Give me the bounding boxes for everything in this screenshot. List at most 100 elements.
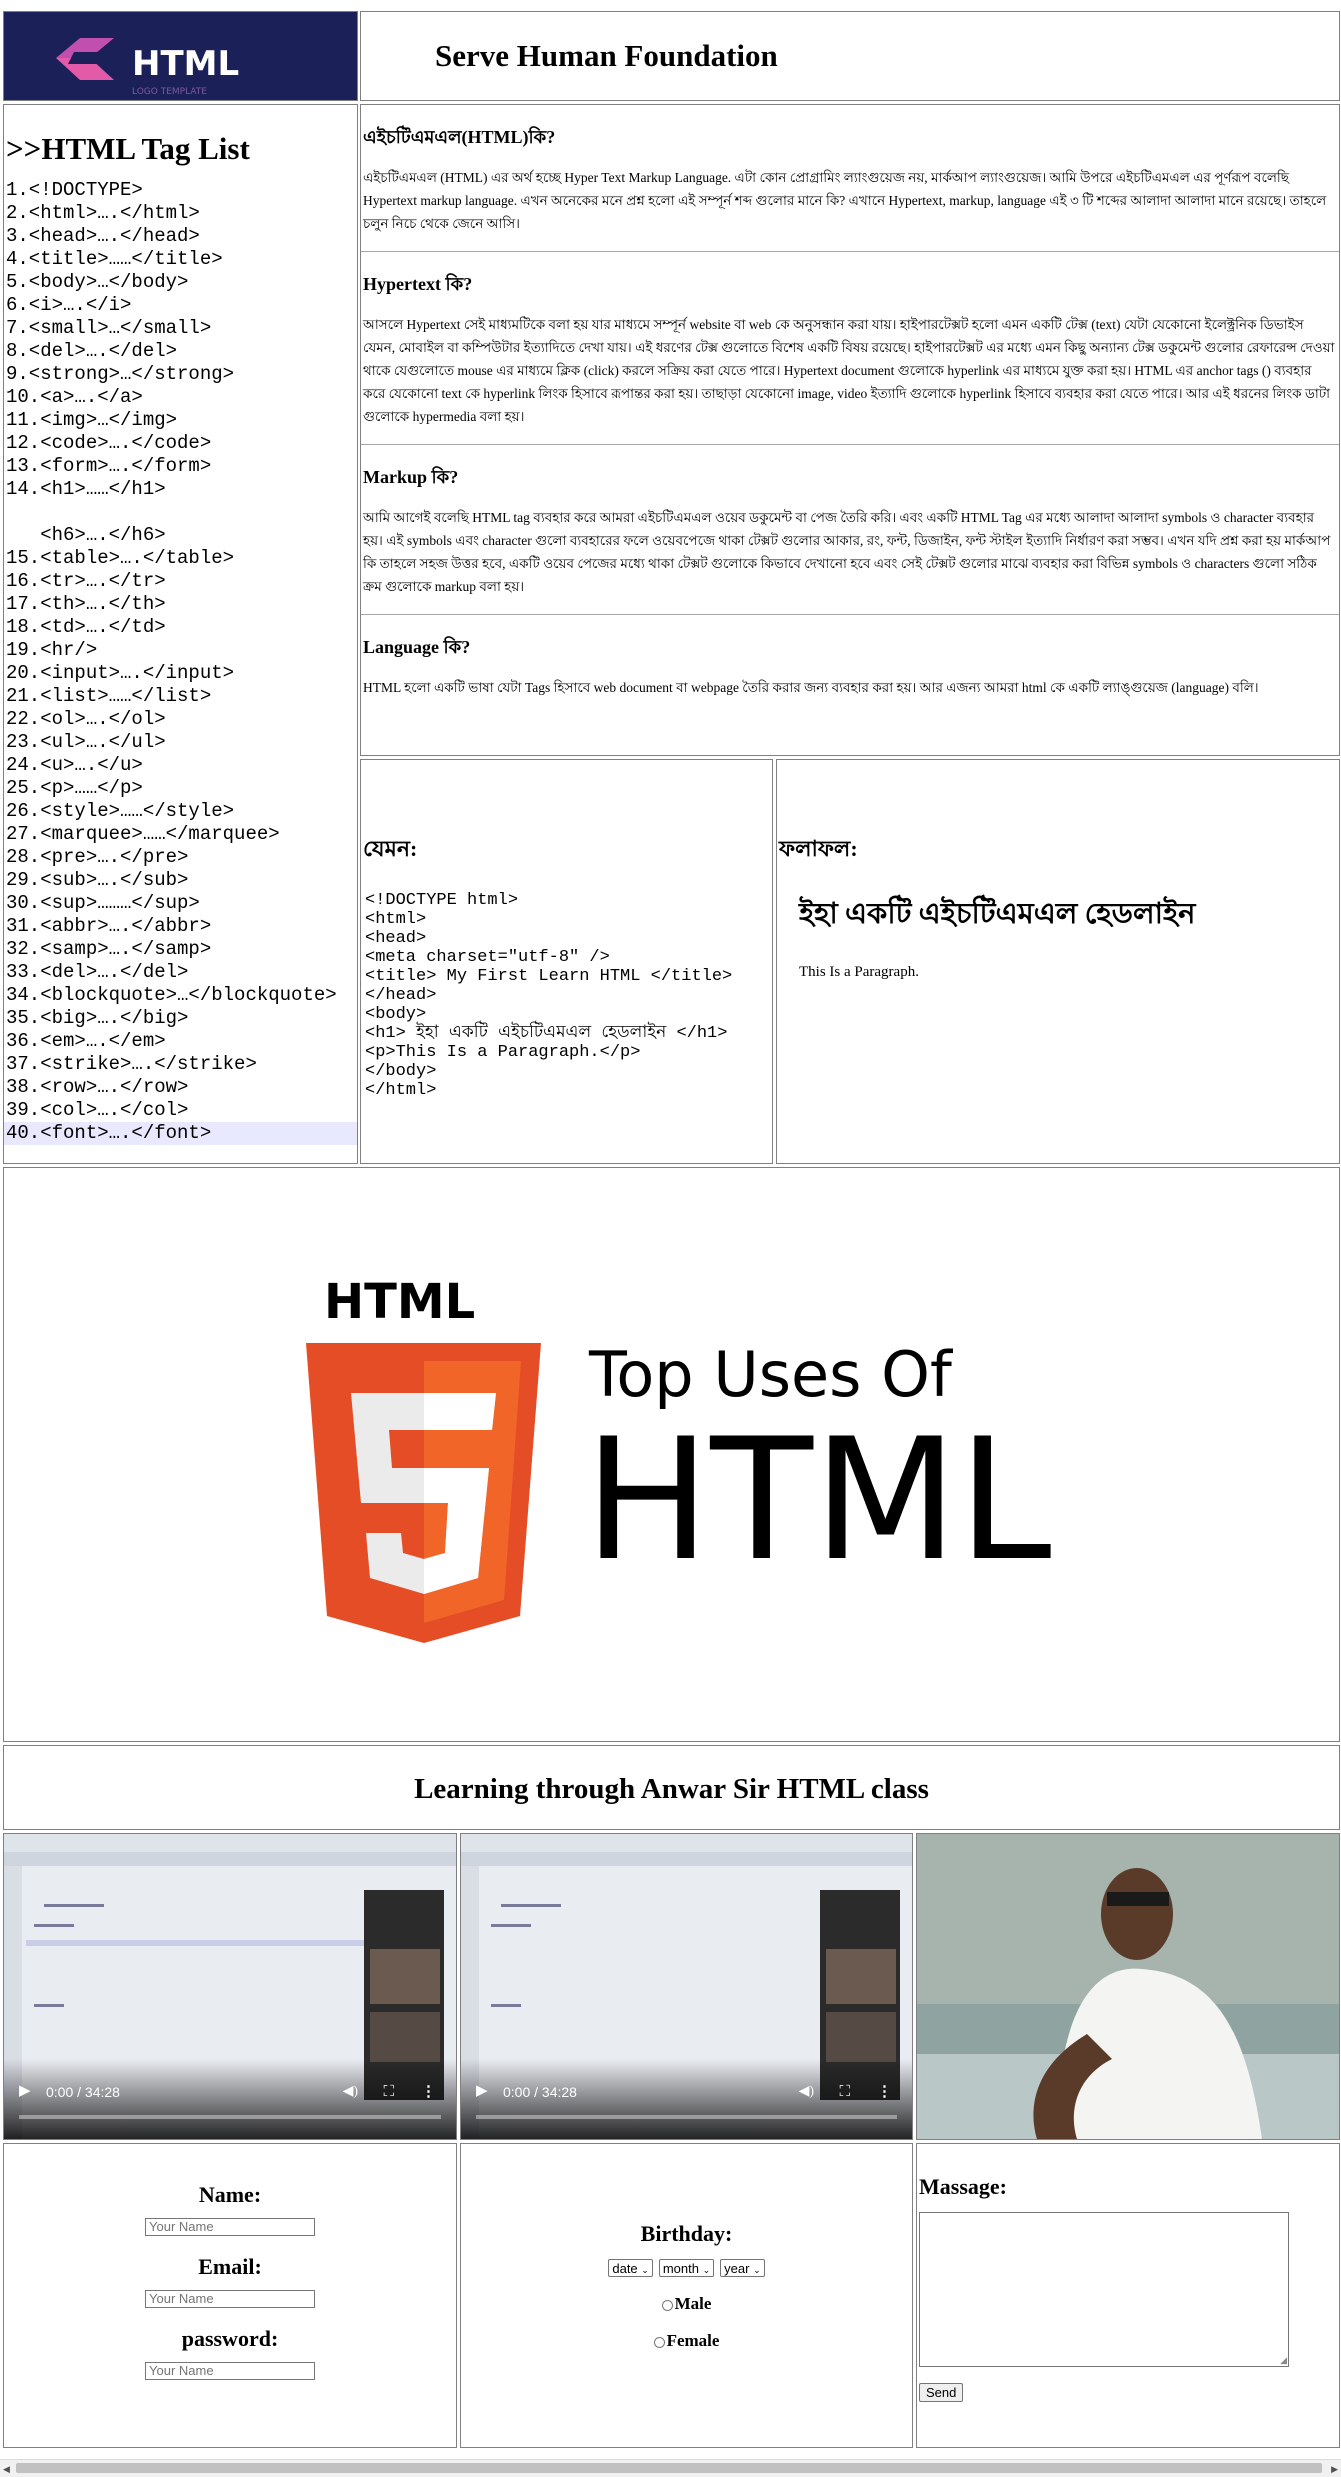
tag-list-item: 29.<sub>….</sub> xyxy=(6,869,189,891)
section-body: আমি আগেই বলেছি HTML tag ব্যবহার করে আমরা… xyxy=(363,510,1331,594)
tag-list-item: 30.<sup>………</sup> xyxy=(6,892,200,914)
example-heading: যেমন: xyxy=(363,836,418,861)
section-heading: Hypertext কি? xyxy=(363,274,473,294)
tag-list-item: 16.<tr>….</tr> xyxy=(6,570,166,592)
more-options-icon[interactable]: ⋮ xyxy=(877,2082,892,2101)
male-radio[interactable] xyxy=(661,2299,673,2311)
year-select[interactable]: year ⌄ xyxy=(720,2259,765,2277)
tag-list-item: <h6>….</h6> xyxy=(6,524,166,546)
section-body: HTML হলো একটি ভাষা যেটা Tags হিসাবে web … xyxy=(363,680,1259,695)
tag-list-panel: >>HTML Tag List 1.<!DOCTYPE> 2.<html>….</… xyxy=(3,104,358,1164)
tag-list-item: 17.<th>….</th> xyxy=(6,593,166,615)
scroll-left-icon[interactable]: ◀ xyxy=(3,2464,10,2475)
horizontal-scrollbar[interactable]: ◀ ▶ xyxy=(0,2459,1341,2477)
resize-handle-icon[interactable]: ◢ xyxy=(1280,2355,1287,2366)
tag-list-item: 36.<em>….</em> xyxy=(6,1030,166,1052)
tag-list-item: 24.<u>….</u> xyxy=(6,754,143,776)
tag-list-item: 40.<font>….</font> xyxy=(4,1122,357,1145)
female-label: Female xyxy=(666,2331,720,2350)
tag-list-item: 12.<code>….</code> xyxy=(6,432,212,454)
video-progress-bar[interactable] xyxy=(19,2115,441,2119)
result-heading: ফলাফল: xyxy=(779,836,858,861)
tag-list-item: 7.<small>…</small> xyxy=(6,317,212,339)
banner-line1: Top Uses Of xyxy=(588,1338,954,1411)
video-player[interactable]: ▶ 0:00 / 34:28 ◀) ⛶ ⋮ xyxy=(460,1833,913,2140)
tag-list-item: 3.<head>….</head> xyxy=(6,225,200,247)
name-input[interactable]: Your Name xyxy=(145,2218,315,2236)
tag-list-item: 2.<html>….</html> xyxy=(6,202,200,224)
contact-form-basic: Name: Your Name Email: Your Name passwor… xyxy=(3,2143,457,2448)
date-select[interactable]: date ⌄ xyxy=(608,2259,653,2277)
logo-text: HTML xyxy=(132,44,239,84)
beach-portrait-image xyxy=(917,1834,1339,2139)
tag-list-item: 4.<title>……</title> xyxy=(6,248,223,270)
banner-html-word: HTML xyxy=(324,1274,475,1330)
name-label: Name: xyxy=(198,2182,262,2207)
tag-list-item: 21.<list>……</list> xyxy=(6,685,212,707)
tag-list-item: 13.<form>….</form> xyxy=(6,455,212,477)
birthday-label: Birthday: xyxy=(640,2221,733,2246)
section-heading: Language কি? xyxy=(363,637,471,657)
month-select[interactable]: month ⌄ xyxy=(658,2259,715,2277)
tag-list-item: 22.<ol>….</ol> xyxy=(6,708,166,730)
video-time: 0:00 / 34:28 xyxy=(46,2084,120,2100)
tag-list-item: 6.<i>….</i> xyxy=(6,294,132,316)
section-body: আসলে Hypertext সেই মাধ্যমটিকে বলা হয় যা… xyxy=(363,317,1335,424)
tag-list-item: 38.<row>….</row> xyxy=(6,1076,189,1098)
more-options-icon[interactable]: ⋮ xyxy=(421,2082,436,2101)
tag-list-item: 39.<col>….</col> xyxy=(6,1099,189,1121)
top-uses-banner: HTML Top Uses Of HTML xyxy=(3,1167,1340,1742)
html5-shield-icon xyxy=(306,1343,541,1643)
scrollbar-thumb[interactable] xyxy=(16,2463,1322,2473)
birthday-form: Birthday: date ⌄ month ⌄ year ⌄ Male Fem… xyxy=(460,2143,913,2448)
fullscreen-icon[interactable]: ⛶ xyxy=(839,2083,850,2101)
play-icon[interactable]: ▶ xyxy=(19,2081,31,2100)
password-input[interactable]: Your Name xyxy=(145,2362,315,2380)
result-paragraph: This Is a Paragraph. xyxy=(799,964,919,980)
tag-list-item: 9.<strong>…</strong> xyxy=(6,363,235,385)
tag-list-item: 37.<strike>….</strike> xyxy=(6,1053,257,1075)
female-radio[interactable] xyxy=(653,2336,665,2348)
tag-list-item xyxy=(4,501,357,524)
article-section: এইচটিএমএল(HTML)কি? এইচটিএমএল (HTML) এর অ… xyxy=(361,123,1339,252)
tag-list-item: 28.<pre>….</pre> xyxy=(6,846,189,868)
tag-list-item: 26.<style>……</style> xyxy=(6,800,235,822)
article-section: Markup কি? আমি আগেই বলেছি HTML tag ব্যবহ… xyxy=(361,463,1339,615)
tag-list-item: 33.<del>….</del> xyxy=(6,961,189,983)
tag-list-item: 27.<marquee>……</marquee> xyxy=(6,823,280,845)
tag-list-item: 5.<body>…</body> xyxy=(6,271,189,293)
tag-list-title: >>HTML Tag List xyxy=(6,131,250,166)
tag-list: 1.<!DOCTYPE> 2.<html>….</html> 3.<head>….<… xyxy=(4,179,357,1145)
video-controls: ▶ 0:00 / 34:28 ◀) ⛶ ⋮ xyxy=(461,2059,912,2139)
logo-banner: HTML LOGO TEMPLATE xyxy=(3,11,358,101)
example-panel: যেমন: <!DOCTYPE html> <html> <head> <met… xyxy=(360,759,773,1164)
message-form: Massage: ◢ Send xyxy=(916,2143,1340,2448)
video-controls: ▶ 0:00 / 34:28 ◀) ⛶ ⋮ xyxy=(4,2059,456,2139)
section-heading: Markup কি? xyxy=(363,467,459,487)
tag-list-item: 18.<td>….</td> xyxy=(6,616,166,638)
email-input[interactable]: Your Name xyxy=(145,2290,315,2308)
fullscreen-icon[interactable]: ⛶ xyxy=(383,2083,394,2101)
play-icon[interactable]: ▶ xyxy=(476,2081,488,2100)
volume-icon[interactable]: ◀) xyxy=(799,2083,814,2100)
message-textarea[interactable]: ◢ xyxy=(919,2212,1289,2367)
tag-list-item: 34.<blockquote>…</blockquote> xyxy=(6,984,337,1006)
scroll-right-icon[interactable]: ▶ xyxy=(1331,2464,1338,2475)
learning-header: Learning through Anwar Sir HTML class xyxy=(3,1745,1340,1830)
email-label: Email: xyxy=(198,2254,262,2279)
tag-list-item: 35.<big>….</big> xyxy=(6,1007,189,1029)
volume-icon[interactable]: ◀) xyxy=(343,2083,358,2100)
video-player[interactable]: ▶ 0:00 / 34:28 ◀) ⛶ ⋮ xyxy=(3,1833,457,2140)
tag-list-item: 23.<ul>….</ul> xyxy=(6,731,166,753)
tag-list-item: 32.<samp>….</samp> xyxy=(6,938,212,960)
tag-list-item: 19.<hr/> xyxy=(6,639,98,661)
send-button[interactable]: Send xyxy=(919,2383,964,2402)
instructor-photo xyxy=(916,1833,1340,2140)
tag-list-item: 31.<abbr>….</abbr> xyxy=(6,915,212,937)
title-banner: Serve Human Foundation xyxy=(360,11,1340,101)
password-label: password: xyxy=(181,2326,279,2351)
video-progress-bar[interactable] xyxy=(476,2115,897,2119)
banner-line2: HTML xyxy=(584,1402,1052,1598)
logo-subtext: LOGO TEMPLATE xyxy=(132,87,207,97)
article-section: Language কি? HTML হলো একটি ভাষা যেটা Tag… xyxy=(361,633,1339,715)
